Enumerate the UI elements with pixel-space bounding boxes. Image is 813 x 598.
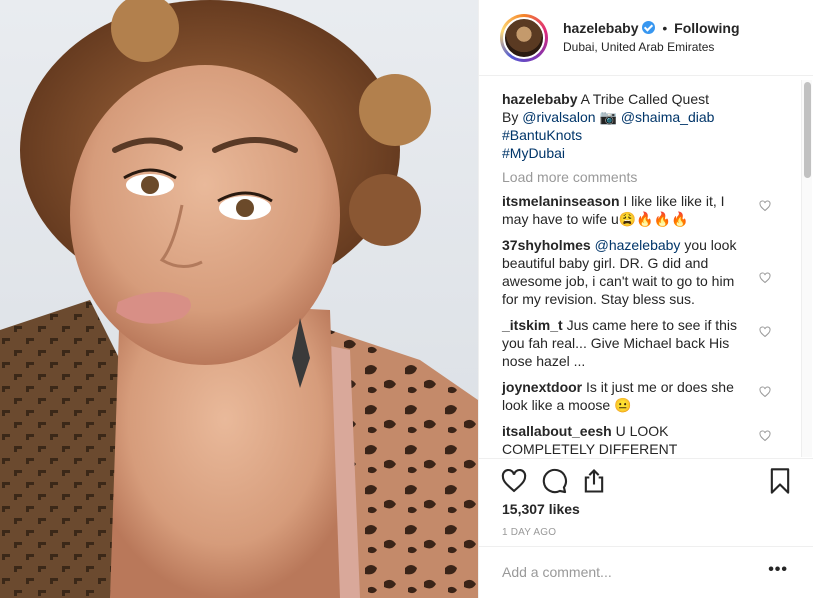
post-details-panel: hazelebaby • Following Dubai, United Ara…: [478, 0, 813, 598]
like-comment-heart-icon[interactable]: [759, 200, 771, 212]
add-comment-bar: •••: [479, 546, 813, 598]
like-comment-heart-icon[interactable]: [759, 430, 771, 442]
portrait-illustration: [0, 0, 478, 598]
scrollbar-thumb[interactable]: [804, 82, 811, 178]
separator-dot: •: [662, 20, 668, 36]
following-button[interactable]: Following: [674, 20, 739, 36]
like-comment-heart-icon[interactable]: [759, 272, 771, 284]
comment: 37shyholmes @hazelebaby you look beautif…: [502, 232, 777, 312]
caption-title: A Tribe Called Quest: [580, 91, 710, 107]
comment-icon[interactable]: [540, 467, 568, 495]
bookmark-icon[interactable]: [766, 467, 794, 495]
hashtag-link[interactable]: #BantuKnots: [502, 127, 582, 143]
mention-link[interactable]: @rivalsalon: [522, 109, 595, 125]
likes-count[interactable]: 15,307 likes: [502, 501, 580, 517]
location-link[interactable]: Dubai, United Arab Emirates: [563, 40, 714, 54]
caption-username[interactable]: hazelebaby: [502, 91, 577, 107]
comment-username[interactable]: _itskim_t: [502, 317, 563, 333]
add-comment-input[interactable]: [502, 561, 752, 583]
comment-username[interactable]: 37shyholmes: [502, 237, 591, 253]
share-icon[interactable]: [580, 467, 608, 495]
mention-link[interactable]: @shaima_diab: [621, 109, 715, 125]
comment: _itskim_t Jus came here to see if this y…: [502, 312, 777, 374]
mention-link[interactable]: @hazelebaby: [595, 237, 681, 253]
comment: itsmelaninseason I like like like it, I …: [502, 188, 777, 232]
like-comment-heart-icon[interactable]: [759, 386, 771, 398]
username-link[interactable]: hazelebaby: [563, 20, 638, 36]
avatar[interactable]: [503, 17, 545, 59]
post-header: hazelebaby • Following Dubai, United Ara…: [479, 0, 813, 76]
avatar-story-ring[interactable]: [500, 14, 548, 62]
post-caption: hazelebaby A Tribe Called Quest By @riva…: [502, 80, 777, 162]
comment-username[interactable]: itsallabout_eesh: [502, 423, 612, 439]
user-line: hazelebaby • Following: [563, 20, 740, 36]
post-image[interactable]: [0, 0, 478, 598]
heart-icon[interactable]: [500, 467, 528, 495]
comment: joynextdoor Is it just me or does she lo…: [502, 374, 777, 418]
camera-emoji: 📷: [599, 109, 617, 125]
hashtag-link[interactable]: #MyDubai: [502, 145, 565, 161]
post-timestamp: 1 DAY AGO: [502, 527, 557, 538]
more-options-button[interactable]: •••: [768, 561, 788, 579]
comments-scrollbar[interactable]: [801, 80, 812, 457]
load-more-comments-button[interactable]: Load more comments: [502, 168, 777, 186]
comments-list[interactable]: hazelebaby A Tribe Called Quest By @riva…: [479, 80, 799, 455]
comment-username[interactable]: itsmelaninseason: [502, 193, 620, 209]
comment-username[interactable]: joynextdoor: [502, 379, 582, 395]
post-actions: 15,307 likes 1 DAY AGO: [479, 458, 813, 546]
comment: itsallabout_eesh U LOOK COMPLETELY DIFFE…: [502, 418, 777, 455]
like-comment-heart-icon[interactable]: [759, 326, 771, 338]
caption-by: By: [502, 109, 519, 125]
verified-badge-icon: [642, 21, 656, 34]
